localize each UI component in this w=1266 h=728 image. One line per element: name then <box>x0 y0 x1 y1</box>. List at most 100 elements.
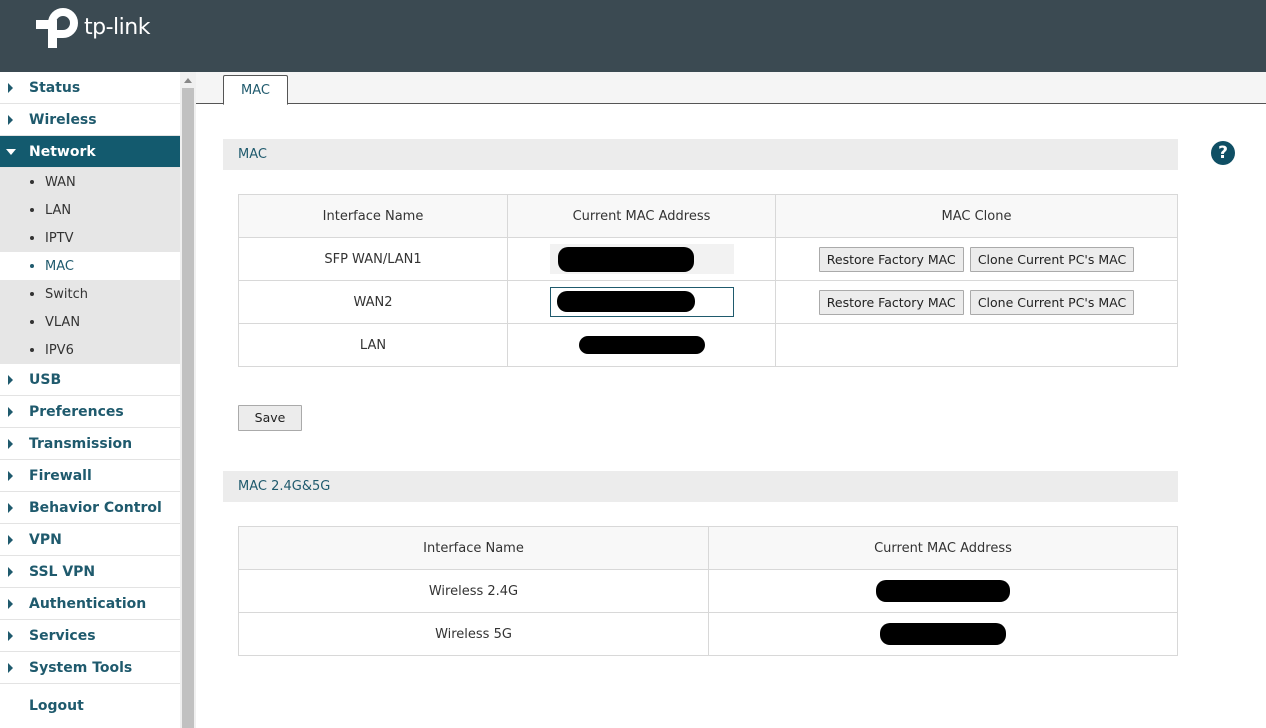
sidebar-item-label: Behavior Control <box>29 499 162 516</box>
mac-address-field[interactable] <box>549 244 734 274</box>
tp-link-logo[interactable]: tp-link <box>36 6 150 48</box>
mac-cell <box>708 569 1178 613</box>
sidebar: Status Wireless Network WAN LAN IPTV MAC… <box>0 72 180 728</box>
interface-name: SFP WAN/LAN1 <box>238 237 508 281</box>
sidebar-item-firewall[interactable]: Firewall <box>0 460 180 492</box>
sidebar-subitem-vlan[interactable]: VLAN <box>0 308 180 336</box>
subitem-label: MAC <box>45 258 74 274</box>
subitem-label: WAN <box>45 174 76 190</box>
chevron-right-icon <box>8 471 13 481</box>
sidebar-item-vpn[interactable]: VPN <box>0 524 180 556</box>
table-row: Wireless 2.4G <box>238 569 1178 613</box>
chevron-down-icon <box>6 149 16 155</box>
sidebar-item-label: Services <box>29 627 96 644</box>
redacted-mac <box>578 336 705 354</box>
brand-name: tp-link <box>84 14 150 40</box>
chevron-right-icon <box>8 439 13 449</box>
table-row: WAN2 Restore Factory MAC Clone Current P… <box>238 280 1178 324</box>
sidebar-item-transmission[interactable]: Transmission <box>0 428 180 460</box>
column-header: Interface Name <box>238 194 508 238</box>
sidebar-item-label: Preferences <box>29 403 124 420</box>
subitem-label: LAN <box>45 202 72 218</box>
table-header-row: Interface Name Current MAC Address MAC C… <box>238 194 1178 238</box>
chevron-right-icon <box>8 631 13 641</box>
sidebar-subitem-switch[interactable]: Switch <box>0 280 180 308</box>
sidebar-item-label: VPN <box>29 531 62 548</box>
sidebar-subitem-ipv6[interactable]: IPV6 <box>0 336 180 364</box>
sidebar-item-behavior-control[interactable]: Behavior Control <box>0 492 180 524</box>
bullet-icon <box>30 264 34 268</box>
mac-address-field[interactable] <box>549 287 734 317</box>
subitem-label: IPV6 <box>45 342 74 358</box>
sidebar-subitem-mac[interactable]: MAC <box>0 252 180 280</box>
sidebar-item-label: Status <box>29 79 81 96</box>
chevron-right-icon <box>8 407 13 417</box>
sidebar-item-services[interactable]: Services <box>0 620 180 652</box>
column-header: Current MAC Address <box>507 194 776 238</box>
interface-name: WAN2 <box>238 280 508 324</box>
bullet-icon <box>30 180 34 184</box>
mac-cell <box>507 237 776 281</box>
save-button[interactable]: Save <box>238 405 302 431</box>
subitem-label: VLAN <box>45 314 81 330</box>
table-row: LAN <box>238 323 1178 367</box>
restore-factory-mac-button[interactable]: Restore Factory MAC <box>818 289 964 315</box>
sidebar-item-label: Wireless <box>29 111 97 128</box>
tab-mac[interactable]: MAC <box>223 75 288 105</box>
chevron-right-icon <box>8 503 13 513</box>
redacted-mac <box>556 291 695 312</box>
clone-pc-mac-button[interactable]: Clone Current PC's MAC <box>969 246 1135 272</box>
bullet-icon <box>30 348 34 352</box>
sidebar-item-system-tools[interactable]: System Tools <box>0 652 180 684</box>
network-submenu: WAN LAN IPTV MAC Switch VLAN IPV6 <box>0 168 180 364</box>
chevron-right-icon <box>8 599 13 609</box>
mac-cell <box>708 612 1178 656</box>
table-row: Wireless 5G <box>238 612 1178 656</box>
mac-cell <box>507 323 776 367</box>
sidebar-item-label: Transmission <box>29 435 133 452</box>
column-header: Interface Name <box>238 526 709 570</box>
interface-name: Wireless 5G <box>238 612 709 656</box>
mac-cell <box>507 280 776 324</box>
sidebar-scrollbar[interactable] <box>180 72 196 728</box>
sidebar-subitem-lan[interactable]: LAN <box>0 196 180 224</box>
mac-table: Interface Name Current MAC Address MAC C… <box>238 194 1178 367</box>
help-icon[interactable]: ? <box>1211 141 1235 165</box>
clone-pc-mac-button[interactable]: Clone Current PC's MAC <box>969 289 1135 315</box>
tp-link-logo-icon <box>36 6 80 48</box>
sidebar-item-label: SSL VPN <box>29 563 96 580</box>
chevron-right-icon <box>8 567 13 577</box>
mac-clone-cell <box>775 323 1178 367</box>
sidebar-item-usb[interactable]: USB <box>0 364 180 396</box>
sidebar-item-network[interactable]: Network <box>0 136 180 168</box>
sidebar-item-status[interactable]: Status <box>0 72 180 104</box>
chevron-right-icon <box>8 115 13 125</box>
sidebar-item-wireless[interactable]: Wireless <box>0 104 180 136</box>
chevron-right-icon <box>8 663 13 673</box>
sidebar-subitem-wan[interactable]: WAN <box>0 168 180 196</box>
chevron-right-icon <box>8 83 13 93</box>
bullet-icon <box>30 320 34 324</box>
bullet-icon <box>30 292 34 296</box>
subitem-label: Switch <box>45 286 88 302</box>
scrollbar-thumb[interactable] <box>182 88 194 728</box>
section-title-mac: MAC <box>223 139 1178 170</box>
tab-bar: MAC <box>196 72 1266 105</box>
top-bar: tp-link <box>0 0 1266 72</box>
restore-factory-mac-button[interactable]: Restore Factory MAC <box>818 246 964 272</box>
chevron-right-icon <box>8 535 13 545</box>
mac-clone-cell: Restore Factory MAC Clone Current PC's M… <box>775 237 1178 281</box>
subitem-label: IPTV <box>45 230 74 246</box>
mac-clone-cell: Restore Factory MAC Clone Current PC's M… <box>775 280 1178 324</box>
sidebar-item-label: USB <box>29 371 62 388</box>
sidebar-item-preferences[interactable]: Preferences <box>0 396 180 428</box>
sidebar-item-label: System Tools <box>29 659 133 676</box>
sidebar-item-ssl-vpn[interactable]: SSL VPN <box>0 556 180 588</box>
column-header: MAC Clone <box>775 194 1178 238</box>
sidebar-subitem-iptv[interactable]: IPTV <box>0 224 180 252</box>
sidebar-item-authentication[interactable]: Authentication <box>0 588 180 620</box>
table-header-row: Interface Name Current MAC Address <box>238 526 1178 570</box>
scroll-up-icon[interactable] <box>184 78 192 83</box>
logout-link[interactable]: Logout <box>0 690 180 722</box>
chevron-right-icon <box>8 375 13 385</box>
